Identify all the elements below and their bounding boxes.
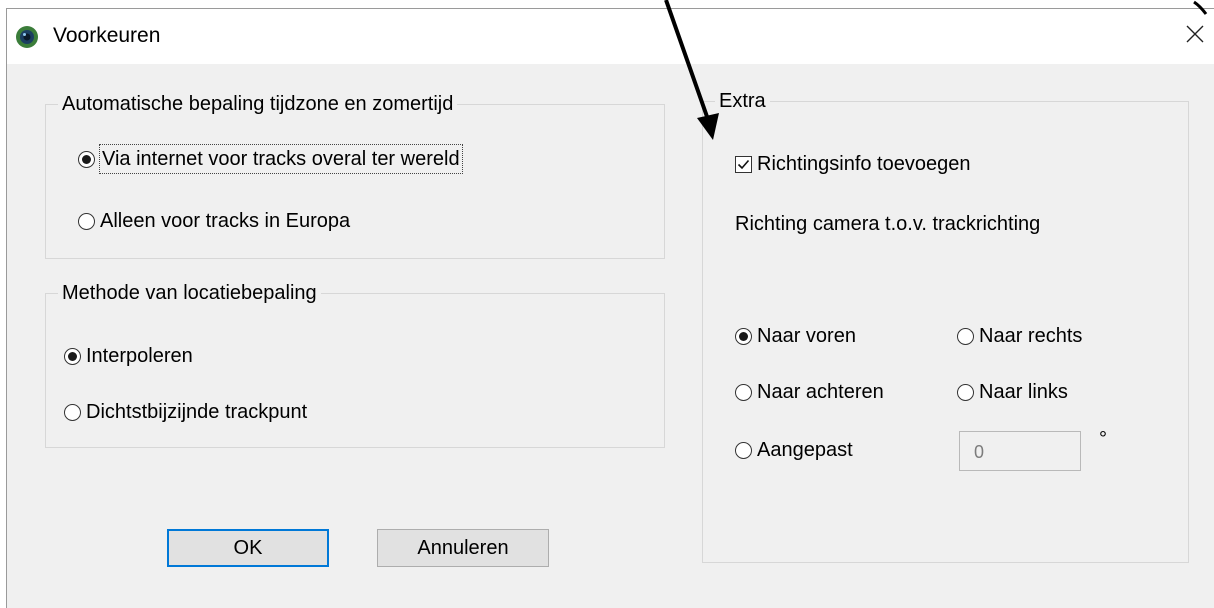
radio-custom[interactable]: Aangepast (735, 436, 853, 464)
radio-label: Naar links (979, 381, 1068, 403)
close-icon (1186, 25, 1204, 48)
radio-indicator[interactable] (735, 441, 752, 459)
custom-angle-input[interactable]: 0 (959, 431, 1081, 471)
radio-right[interactable]: Naar rechts (957, 322, 1082, 350)
location-method-group: Methode van locatiebepaling Interpoleren… (45, 278, 665, 448)
radio-indicator[interactable] (64, 347, 81, 365)
radio-indicator[interactable] (78, 212, 95, 230)
checkbox-indicator[interactable] (735, 155, 752, 173)
extra-group: Extra Richtingsinfo toevoegen Richting c… (702, 86, 1189, 563)
radio-nearest-trackpoint[interactable]: Dichtstbijzijnde trackpunt (64, 398, 307, 426)
radio-label: Naar voren (757, 325, 856, 347)
title-bar: Voorkeuren (7, 9, 1214, 64)
timezone-group-title: Automatische bepaling tijdzone en zomert… (58, 89, 458, 119)
radio-indicator[interactable] (735, 383, 752, 401)
cancel-button[interactable]: Annuleren (377, 529, 549, 567)
radio-label: Interpoleren (86, 345, 193, 367)
degree-symbol: ° (1099, 428, 1107, 450)
extra-group-title: Extra (715, 86, 770, 116)
radio-label: Naar achteren (757, 381, 884, 403)
radio-label: Via internet voor tracks overal ter were… (99, 144, 463, 174)
location-group-title: Methode van locatiebepaling (58, 278, 321, 308)
radio-label: Dichtstbijzijnde trackpunt (86, 401, 308, 423)
checkmark-icon (737, 159, 750, 169)
app-icon (15, 25, 39, 49)
radio-left[interactable]: Naar links (957, 378, 1068, 406)
close-button[interactable] (1172, 9, 1214, 64)
ok-button[interactable]: OK (167, 529, 329, 567)
radio-forward[interactable]: Naar voren (735, 322, 856, 350)
radio-indicator[interactable] (64, 403, 81, 421)
radio-label: Aangepast (757, 439, 853, 461)
radio-indicator[interactable] (78, 150, 95, 168)
direction-info-checkbox[interactable]: Richtingsinfo toevoegen (735, 150, 970, 178)
radio-interpolate[interactable]: Interpoleren (64, 342, 193, 370)
radio-label: Naar rechts (979, 325, 1083, 347)
timezone-group: Automatische bepaling tijdzone en zomert… (45, 89, 665, 259)
window-title: Voorkeuren (53, 24, 161, 47)
radio-europe-only[interactable]: Alleen voor tracks in Europa (78, 207, 350, 235)
radio-indicator[interactable] (735, 327, 752, 345)
checkbox-label: Richtingsinfo toevoegen (757, 153, 971, 175)
radio-label: Alleen voor tracks in Europa (100, 210, 351, 232)
radio-indicator[interactable] (957, 383, 974, 401)
radio-via-internet[interactable]: Via internet voor tracks overal ter were… (78, 144, 463, 174)
radio-backward[interactable]: Naar achteren (735, 378, 884, 406)
preferences-dialog: Voorkeuren Automatische bepaling tijdzon… (6, 8, 1214, 608)
radio-indicator[interactable] (957, 327, 974, 345)
direction-label: Richting camera t.o.v. trackrichting (735, 213, 1041, 235)
